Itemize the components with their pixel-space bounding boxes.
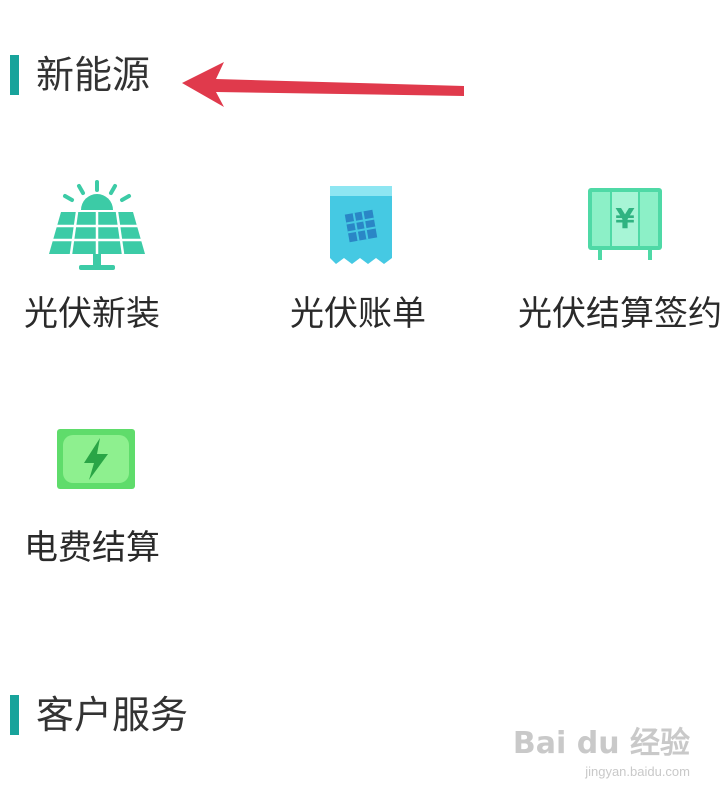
yuan-cabinet-icon: ¥ [588,188,662,260]
section-accent-bar [10,55,19,95]
lightning-card-icon [57,429,135,489]
tile-solar-bill[interactable]: 光伏账单 [280,178,450,338]
section-title: 客户服务 [36,693,189,737]
solar-panel-icon [49,180,145,270]
tile-solar-install[interactable]: 光伏新装 [20,178,190,338]
watermark-logo: Bai du 经验 [512,726,690,761]
tile-label: 光伏结算签约 [518,294,722,334]
bill-receipt-icon [330,186,392,264]
watermark-url: jingyan.baidu.com [585,764,690,779]
tile-label: 光伏新装 [24,294,160,334]
red-arrow-icon [182,62,464,107]
tile-electricity-settlement[interactable]: 电费结算 [20,424,190,584]
tile-solar-settlement-contract[interactable]: ¥ 光伏结算签约 [510,178,726,338]
section-title: 新能源 [36,53,151,97]
section-header-customer-service: 客户服务 [0,690,300,740]
tile-label: 光伏账单 [290,294,426,334]
tile-label: 电费结算 [24,528,160,568]
baidu-jingyan-watermark: Bai du 经验 jingyan.baidu.com [513,718,690,779]
svg-text:¥: ¥ [615,202,635,235]
section-accent-bar [10,695,19,735]
